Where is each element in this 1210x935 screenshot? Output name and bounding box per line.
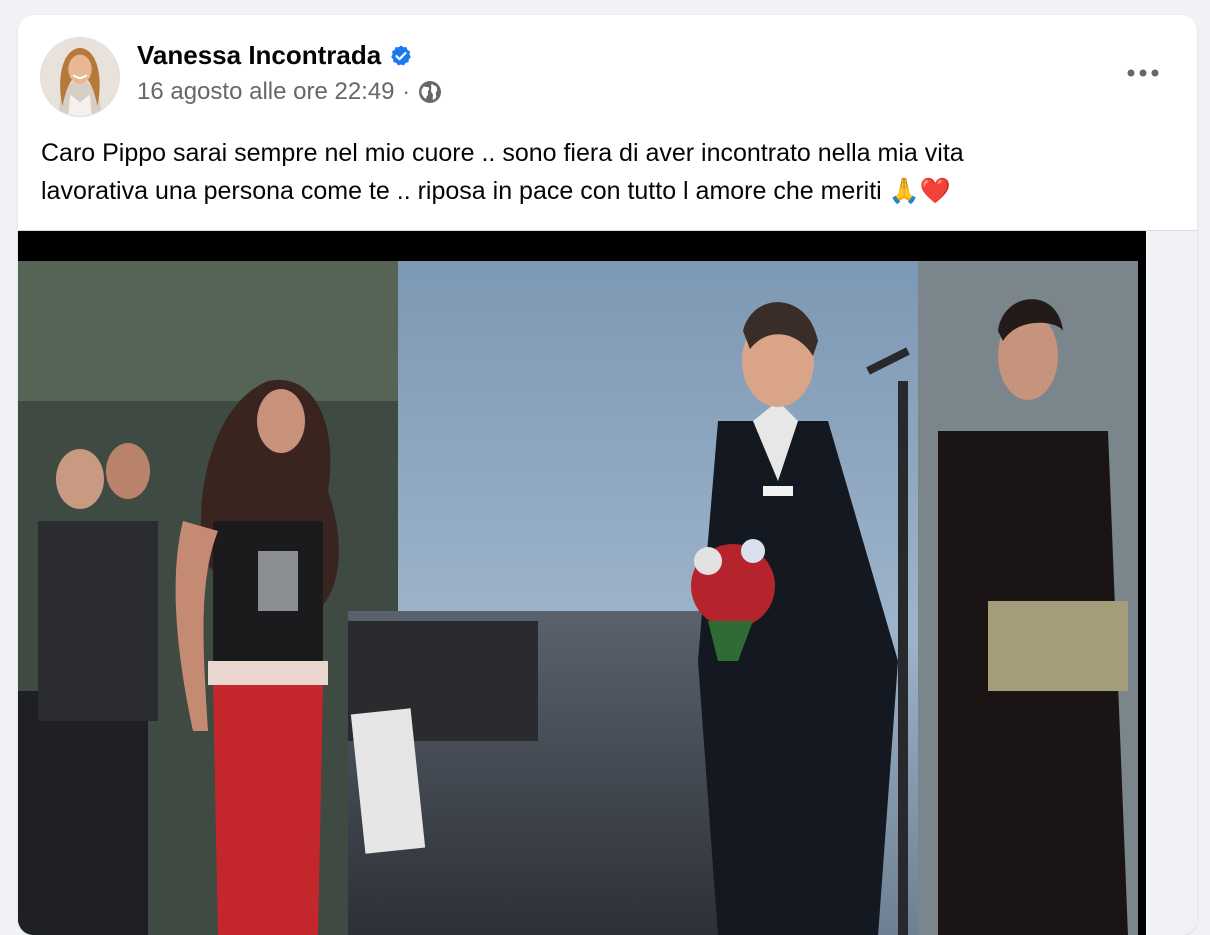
post-media <box>18 230 1197 935</box>
post-text-line: Caro Pippo sarai sempre nel mio cuore ..… <box>41 139 964 167</box>
video-still-image <box>18 231 1146 935</box>
post-timestamp[interactable]: 16 agosto alle ore 22:49 <box>137 78 395 106</box>
more-options-icon <box>1127 69 1159 77</box>
praying-hands-emoji: 🙏 <box>888 176 920 205</box>
red-heart-emoji: ❤️ <box>919 176 951 205</box>
post-message: Caro Pippo sarai sempre nel mio cuore ..… <box>41 135 1161 210</box>
author-avatar[interactable] <box>40 37 120 117</box>
video-player[interactable] <box>18 231 1146 935</box>
verified-badge-icon <box>391 45 412 65</box>
author-row: Vanessa Incontrada <box>137 40 413 71</box>
meta-separator: · <box>402 79 410 104</box>
avatar-image <box>41 38 119 116</box>
post-text-line-content: lavorativa una persona come te .. riposa… <box>41 177 889 205</box>
author-name[interactable]: Vanessa Incontrada <box>137 40 381 71</box>
more-options-button[interactable] <box>1119 55 1167 91</box>
post-text-line: lavorativa una persona come te .. riposa… <box>41 172 1161 210</box>
post-card: Vanessa Incontrada 16 agosto alle ore 22… <box>18 15 1197 935</box>
globe-icon[interactable] <box>418 80 442 104</box>
post-meta: 16 agosto alle ore 22:49 · <box>137 78 442 106</box>
